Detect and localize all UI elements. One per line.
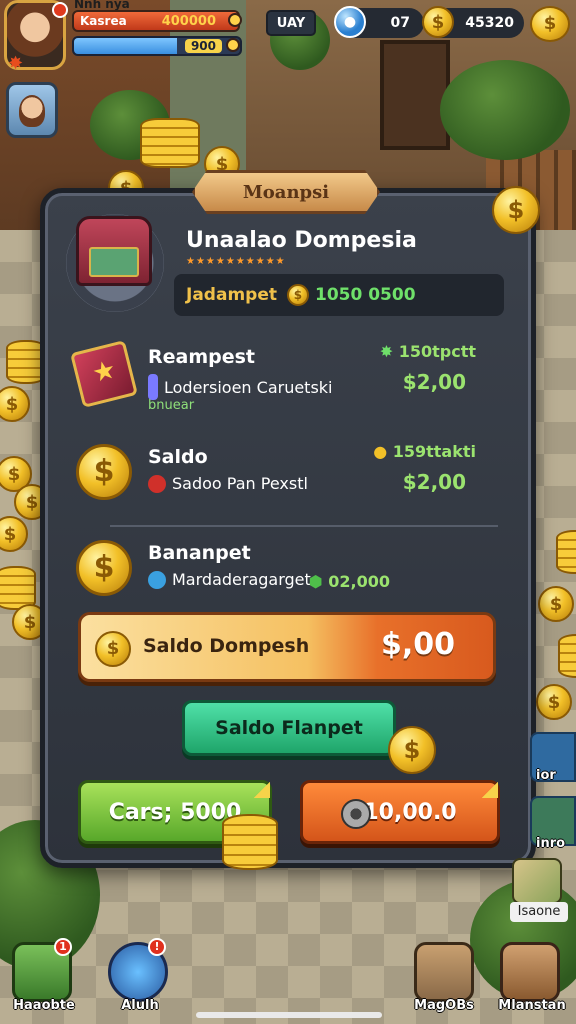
notification-badge: 1 (54, 938, 72, 956)
shop-item[interactable]: $ Saldo Sadoo Pan Pexstl ● 159ttakti $2,… (70, 442, 500, 522)
purchase-button[interactable]: $ Saldo Dompesh $,00 (78, 612, 496, 682)
balance-value: 1050 0500 (314, 285, 416, 305)
item-rate-text: 159ttakti (392, 442, 476, 461)
item-name: Saldo (148, 446, 208, 468)
health-value: 400000 (161, 13, 216, 29)
gem-count: 07 (390, 15, 410, 31)
panel-title: Moanpsi (192, 170, 380, 214)
corner-fold-icon (254, 782, 270, 798)
shop-title: Unaalao Dompesia (186, 228, 417, 253)
item-name: Bananpet (148, 542, 251, 564)
bottom-nav-item-characters[interactable] (500, 942, 560, 1002)
balance-bar: Jadampet $ 1050 0500 (174, 274, 504, 316)
gem-icon: ● (334, 6, 366, 38)
health-add-icon[interactable] (228, 13, 242, 27)
balance-label: Jadampet (186, 285, 277, 305)
home-indicator (196, 1012, 382, 1018)
shop-item[interactable]: Reampest Lodersioen Caruetski bnuear ✸ 1… (70, 340, 500, 422)
shield-icon: ⬢ (308, 572, 329, 591)
coin-icon: $ (492, 186, 540, 234)
item-description-text: Sadoo Pan Pexstl (172, 474, 308, 493)
item-description-text: Mardaderagarget (172, 570, 311, 589)
coin-icon: $ (422, 6, 454, 38)
side-button-1-label: ior (536, 768, 556, 783)
star-icon: ✸ (8, 53, 24, 74)
item-rate-text: 150tpctt (398, 342, 476, 361)
experience-fill (74, 38, 177, 54)
sparkle-icon: ✸ (379, 342, 399, 361)
plant-icon (440, 60, 570, 160)
coin-stack-icon (222, 814, 278, 870)
coin-count: 45320 (465, 15, 514, 31)
coin-icon: $ (536, 684, 572, 720)
item-description: Lodersioen Caruetski (148, 374, 333, 400)
section-divider (110, 525, 498, 527)
potion-icon (148, 374, 158, 400)
premium-button[interactable]: 10,00.0 (300, 780, 500, 844)
coin-icon: $ (388, 726, 436, 774)
day-indicator: UAY (266, 10, 316, 36)
item-rate: ⬢ 02,000 (309, 572, 390, 591)
health-bar: Kasrea 400000 (72, 10, 240, 32)
purchase-label: Saldo Dompesh (143, 635, 310, 657)
coin-icon: $ (286, 284, 309, 306)
bottom-nav-label: Haaobte (13, 998, 75, 1013)
bottom-nav-item-map[interactable] (414, 942, 474, 1002)
rating-stars: ★★★★★★★★★★ (186, 256, 286, 267)
item-subtitle: bnuear (148, 398, 195, 413)
house-door (380, 40, 450, 150)
bottom-nav-label: Alulh (121, 998, 159, 1013)
bottom-nav-label: MagOBs (414, 998, 474, 1013)
corner-fold-icon (482, 782, 498, 798)
notification-badge: ! (148, 938, 166, 956)
coin-stack-icon (558, 634, 576, 678)
health-label: Kasrea (80, 14, 127, 28)
coin-icon: $ (76, 444, 132, 500)
globe-icon (148, 570, 166, 589)
item-rate: ✸ 150tpctt (380, 342, 476, 361)
item-description-text: Lodersioen Caruetski (164, 377, 333, 397)
shop-item[interactable]: $ Bananpet Mardaderagarget ⬢ 02,000 (70, 538, 500, 618)
spellbook-icon (70, 340, 138, 408)
experience-add-icon[interactable] (226, 38, 240, 52)
character-face-icon (19, 95, 45, 127)
map-icon[interactable] (512, 858, 562, 904)
coin-icon: $ (76, 540, 132, 596)
gear-icon (341, 799, 371, 829)
profile-button[interactable] (6, 82, 58, 138)
bottom-nav-label: Mlanstan (498, 998, 566, 1013)
item-description: Sadoo Pan Pexstl (148, 474, 308, 493)
coin-stack-icon (140, 118, 200, 168)
item-description: Mardaderagarget (148, 570, 311, 589)
coin-icon: $ (538, 586, 574, 622)
coin-icon: $ (95, 631, 131, 667)
experience-value: 900 (184, 39, 222, 53)
map-label: Isaone (510, 902, 568, 922)
badge-icon (148, 474, 166, 493)
notification-badge (52, 2, 68, 18)
coin-icon: ● (373, 442, 393, 461)
purchase-amount: $,00 (380, 627, 455, 662)
experience-bar: 900 (72, 36, 242, 56)
item-name: Reampest (148, 346, 256, 368)
premium-button-label: 10,00.0 (363, 799, 457, 825)
side-button-2-label: inro (536, 836, 566, 851)
confirm-button[interactable]: Saldo Flanpet (182, 700, 396, 756)
shop-coin-button[interactable]: $ (530, 6, 570, 42)
item-price: $2,00 (402, 470, 466, 494)
item-rate-text: 02,000 (328, 572, 390, 591)
item-rate: ● 159ttakti (373, 442, 476, 461)
coin-stack-icon (556, 530, 576, 574)
item-price: $2,00 (402, 370, 466, 394)
chest-icon (76, 216, 152, 286)
